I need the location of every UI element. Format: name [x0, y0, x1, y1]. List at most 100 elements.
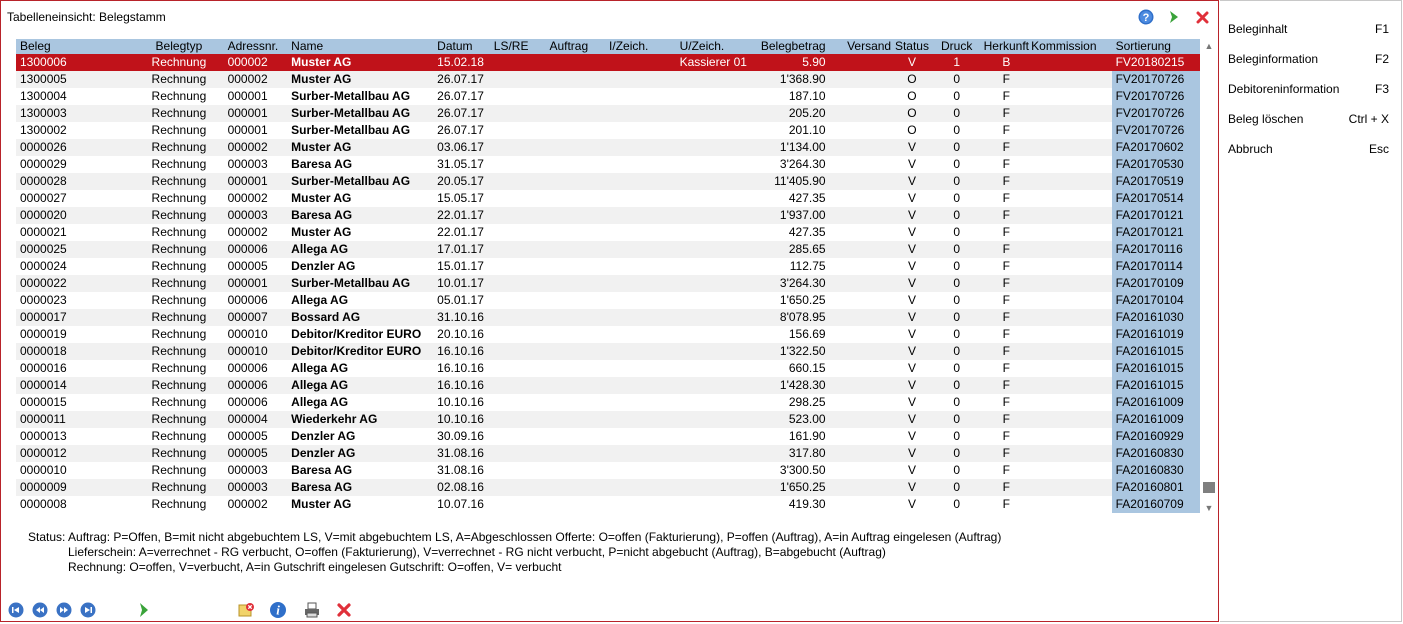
forward-arrow-icon[interactable] [1166, 9, 1182, 25]
cell-col-datum: 22.01.17 [437, 208, 484, 222]
cell-col-i-zeich [606, 71, 676, 88]
table-row[interactable]: 1300003 Rechnung 000001 Surber-Metallbau AG… [16, 105, 1200, 122]
cell-col-herkunft: F [1002, 106, 1010, 120]
table-row[interactable]: 0000028 Rechnung 000001 Surber-Metallbau AG… [16, 173, 1200, 190]
cell-col-status: V [907, 157, 916, 171]
side-menu-item-debitoreninformation[interactable]: Debitoreninformation F3 [1228, 82, 1389, 98]
table-row[interactable]: 0000027 Rechnung 000002 Muster AG 15.05.17 42… [16, 190, 1200, 207]
header-col-i-zeich[interactable]: I/Zeich. [606, 39, 676, 54]
scrollbar-thumb[interactable] [1203, 482, 1215, 493]
scroll-down-arrow-icon[interactable]: ▼ [1204, 503, 1214, 513]
header-col-sortierung[interactable]: Sortierung [1112, 39, 1200, 54]
table-row[interactable]: 0000015 Rechnung 000006 Allega AG 10.10.16 29… [16, 394, 1200, 411]
cell-col-druck: 0 [953, 310, 960, 324]
cell-col-belegbetrag: 427.35 [788, 191, 826, 205]
cell-col-ls-re [491, 258, 547, 275]
execute-arrow-icon[interactable] [135, 601, 153, 619]
table-row[interactable]: 0000011 Rechnung 000004 Wiederkehr AG 10.10.… [16, 411, 1200, 428]
cell-col-herkunft: F [1002, 310, 1010, 324]
table-row[interactable]: 1300006 Rechnung 000002 Muster AG 15.02.18 Ka… [16, 54, 1200, 71]
cell-col-adressnr: 000002 [227, 225, 268, 239]
header-col-kommission[interactable]: Kommission [1030, 39, 1111, 54]
header-col-adressnr[interactable]: Adressnr. [225, 39, 289, 54]
scroll-up-arrow-icon[interactable]: ▲ [1204, 41, 1214, 51]
header-col-name[interactable]: Name [288, 39, 433, 54]
header-col-beleg[interactable]: Beleg [16, 39, 133, 54]
table-row[interactable]: 0000013 Rechnung 000005 Denzler AG 30.09.16 1… [16, 428, 1200, 445]
header-col-herkunft[interactable]: Herkunft [982, 39, 1030, 54]
cell-col-versand [826, 190, 894, 207]
cell-col-status: V [907, 242, 916, 256]
cell-col-auftrag [546, 479, 606, 496]
print-icon[interactable] [303, 601, 321, 619]
cancel-icon[interactable] [335, 601, 353, 619]
table-row[interactable]: 0000026 Rechnung 000002 Muster AG 03.06.17 1'… [16, 139, 1200, 156]
table-row[interactable]: 0000012 Rechnung 000005 Denzler AG 31.08.16 3… [16, 445, 1200, 462]
cell-col-herkunft: F [1002, 72, 1010, 86]
side-menu-item-beleginformation[interactable]: Beleginformation F2 [1228, 52, 1389, 68]
delete-document-icon[interactable] [237, 601, 255, 619]
cell-col-ls-re [491, 54, 547, 71]
table-row[interactable]: 0000017 Rechnung 000007 Bossard AG 31.10.16 8… [16, 309, 1200, 326]
cell-col-herkunft: F [1002, 157, 1010, 171]
legend-line-auftrag: Status: Auftrag: P=Offen, B=mit nicht ab… [28, 530, 1002, 544]
header-col-belegbetrag[interactable]: Belegbetrag [755, 39, 826, 54]
side-menu-label: Beleginformation [1228, 52, 1319, 66]
table-row[interactable]: 0000023 Rechnung 000006 Allega AG 05.01.17 1'… [16, 292, 1200, 309]
cell-col-sortierung: FA20161015 [1111, 377, 1200, 394]
header-col-belegtyp[interactable]: Belegtyp [133, 39, 224, 54]
table-row[interactable]: 0000016 Rechnung 000006 Allega AG 16.10.16 66… [16, 360, 1200, 377]
table-row[interactable]: 1300005 Rechnung 000002 Muster AG 26.07.17 1'… [16, 71, 1200, 88]
cell-col-ls-re [491, 139, 547, 156]
cell-col-herkunft: F [1002, 225, 1010, 239]
table-row[interactable]: 0000010 Rechnung 000003 Baresa AG 31.08.16 3'… [16, 462, 1200, 479]
table-row[interactable]: 1300004 Rechnung 000001 Surber-Metallbau AG… [16, 88, 1200, 105]
help-icon[interactable]: ? [1138, 9, 1154, 25]
cell-col-u-zeich [676, 326, 755, 343]
cell-col-status: V [907, 276, 916, 290]
cell-col-ls-re [491, 462, 547, 479]
side-menu-item-beleginhalt[interactable]: Beleginhalt F1 [1228, 22, 1389, 38]
close-icon[interactable] [1194, 9, 1210, 25]
header-col-datum[interactable]: Datum [433, 39, 491, 54]
table-row[interactable]: 0000025 Rechnung 000006 Allega AG 17.01.17 28… [16, 241, 1200, 258]
table-row[interactable]: 0000024 Rechnung 000005 Denzler AG 15.01.17 1… [16, 258, 1200, 275]
header-col-druck[interactable]: Druck [931, 39, 983, 54]
side-menu-item-abbruch[interactable]: Abbruch Esc [1228, 142, 1389, 158]
cell-col-beleg: 0000014 [20, 378, 67, 392]
header-col-auftrag[interactable]: Auftrag [546, 39, 606, 54]
next-record-icon[interactable] [55, 601, 73, 619]
header-col-u-zeich[interactable]: U/Zeich. [676, 39, 755, 54]
table-row[interactable]: 0000020 Rechnung 000003 Baresa AG 22.01.17 1'… [16, 207, 1200, 224]
cell-col-status: V [907, 293, 916, 307]
cell-col-ls-re [491, 88, 547, 105]
cell-col-belegbetrag: 3'300.50 [779, 463, 826, 477]
cell-col-belegtyp: Rechnung [151, 140, 207, 154]
table-row[interactable]: 0000008 Rechnung 000002 Muster AG 10.07.16 41… [16, 496, 1200, 513]
table-row[interactable]: 0000029 Rechnung 000003 Baresa AG 31.05.17 3'… [16, 156, 1200, 173]
last-record-icon[interactable] [79, 601, 97, 619]
first-record-icon[interactable] [7, 601, 25, 619]
header-col-versand[interactable]: Versand [826, 39, 894, 54]
vertical-scrollbar[interactable]: ▲ ▼ [1202, 39, 1216, 513]
table-row[interactable]: 0000018 Rechnung 000010 Debitor/Kreditor EU… [16, 343, 1200, 360]
legend-line-lieferschein: Lieferschein: A=verrechnet - RG verbucht… [68, 545, 886, 559]
cell-col-beleg: 0000010 [20, 463, 67, 477]
previous-record-icon[interactable] [31, 601, 49, 619]
cell-col-belegbetrag: 156.69 [788, 327, 826, 341]
table-row[interactable]: 1300002 Rechnung 000001 Surber-Metallbau AG… [16, 122, 1200, 139]
table-row[interactable]: 0000019 Rechnung 000010 Debitor/Kreditor EU… [16, 326, 1200, 343]
table-row[interactable]: 0000022 Rechnung 000001 Surber-Metallbau AG… [16, 275, 1200, 292]
header-col-status[interactable]: Status [893, 39, 931, 54]
cell-col-u-zeich [676, 462, 755, 479]
table-row[interactable]: 0000009 Rechnung 000003 Baresa AG 02.08.16 1'… [16, 479, 1200, 496]
cell-col-i-zeich [606, 105, 676, 122]
side-menu-item-beleg-loeschen[interactable]: Beleg löschen Ctrl + X [1228, 112, 1389, 128]
cell-col-name: Muster AG [291, 191, 352, 205]
table-row[interactable]: 0000014 Rechnung 000006 Allega AG 16.10.16 1'… [16, 377, 1200, 394]
info-icon[interactable]: i [269, 601, 287, 619]
table-row[interactable]: 0000021 Rechnung 000002 Muster AG 22.01.17 42… [16, 224, 1200, 241]
cell-col-name: Baresa AG [291, 480, 353, 494]
cell-col-druck: 0 [953, 463, 960, 477]
header-col-ls-re[interactable]: LS/RE [491, 39, 547, 54]
